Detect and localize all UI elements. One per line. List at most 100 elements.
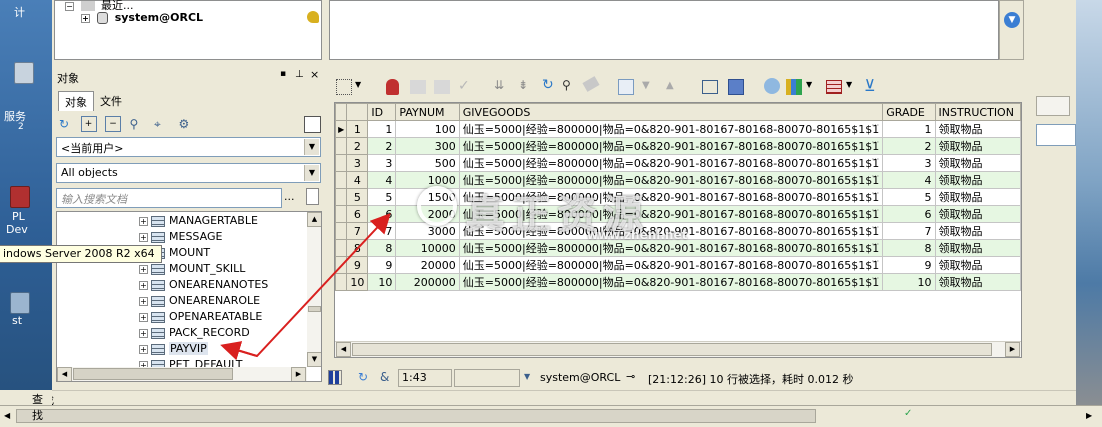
save-icon[interactable] xyxy=(728,79,744,95)
cell-paynum[interactable]: 300 xyxy=(395,137,460,155)
table-row[interactable]: ▶ 1 1 100 ··· 仙玉=5000|经验=800000|物品=0&820-901-… xyxy=(335,120,1021,138)
grid-horizontal-scrollbar[interactable]: ◀ ▶ xyxy=(335,341,1021,357)
row-indicator[interactable] xyxy=(335,273,348,291)
search-input[interactable]: 输入搜索文档 xyxy=(56,188,282,208)
pin-icon[interactable]: ⊸ xyxy=(626,370,635,383)
cell-id[interactable]: 8 xyxy=(367,239,397,257)
tree-item[interactable]: + ONEARENANOTES xyxy=(139,277,268,293)
scroll-thumb[interactable] xyxy=(308,306,321,312)
plsql-developer-icon[interactable] xyxy=(10,186,30,208)
chevron-down-icon[interactable]: ▼ xyxy=(846,80,852,89)
query-by-example-icon[interactable] xyxy=(702,80,718,94)
expand-icon[interactable]: + xyxy=(139,280,148,290)
tab-files[interactable]: 文件 xyxy=(94,91,128,111)
table-row[interactable]: 9 9 20000 ··· 仙玉=5000|经验=800000|物品=0&820-901… xyxy=(335,256,1021,274)
cell-instruction[interactable]: 领取物品 xyxy=(934,273,1021,291)
row-indicator[interactable]: ▶ xyxy=(335,120,348,138)
cell-id[interactable]: 4 xyxy=(367,171,397,189)
tree-vertical-scrollbar[interactable]: ▲ ▼ xyxy=(307,212,321,367)
table-row[interactable]: 7 7 3000 ··· 仙玉=5000|经验=800000|物品=0&820-901-… xyxy=(335,222,1021,240)
export-icon[interactable] xyxy=(764,78,780,94)
scroll-thumb[interactable] xyxy=(73,368,233,380)
session-node[interactable]: + system@ORCL xyxy=(81,11,203,24)
chevron-down-icon[interactable]: ▼ xyxy=(304,139,319,155)
cell-instruction[interactable]: 领取物品 xyxy=(934,205,1021,223)
cell-paynum[interactable]: 3000 xyxy=(395,222,460,240)
object-tree[interactable]: + MANAGERTABLE + MESSAGE + MOUNT + MOUNT_SKI… xyxy=(56,211,322,382)
cell-paynum[interactable]: 1500 xyxy=(395,188,460,206)
grid-select-icon[interactable] xyxy=(336,79,352,95)
tree-item[interactable]: + MANAGERTABLE xyxy=(139,213,258,229)
cell-paynum[interactable]: 500 xyxy=(395,154,460,172)
cell-paynum[interactable]: 200000 xyxy=(395,273,460,291)
column-header-paynum[interactable]: PAYNUM xyxy=(395,103,460,121)
side-scroll[interactable] xyxy=(1036,96,1070,116)
table-layout-icon[interactable] xyxy=(826,80,842,94)
cell-grade[interactable]: 10 xyxy=(882,273,936,291)
find-icon[interactable]: ⚲ xyxy=(562,78,571,92)
cell-id[interactable]: 6 xyxy=(367,205,397,223)
cell-instruction[interactable]: 领取物品 xyxy=(934,120,1021,138)
find-icon[interactable]: ⚲ xyxy=(130,116,146,132)
chevron-down-icon[interactable]: ▼ xyxy=(806,80,812,89)
toggle-icon[interactable] xyxy=(304,116,321,133)
chevron-down-icon[interactable]: ▼ xyxy=(524,372,530,381)
search-more-button[interactable]: ... xyxy=(284,190,300,203)
table-row[interactable]: 10 10 200000 ··· 仙玉=5000|经验=800000|物品=0&820-… xyxy=(335,273,1021,291)
add-icon[interactable]: + xyxy=(80,116,97,132)
cell-grade[interactable]: 6 xyxy=(882,205,936,223)
cell-instruction[interactable]: 领取物品 xyxy=(934,222,1021,240)
expand-icon[interactable]: + xyxy=(139,296,148,306)
cell-grade[interactable]: 8 xyxy=(882,239,936,257)
row-indicator[interactable] xyxy=(335,222,348,240)
connection-label[interactable]: system@ORCL xyxy=(540,371,620,384)
cell-instruction[interactable]: 领取物品 xyxy=(934,256,1021,274)
refresh-icon[interactable]: ↻ xyxy=(542,77,554,93)
cell-givegoods[interactable]: ··· 仙玉=5000|经验=800000|物品=0&820-901-80167-… xyxy=(458,273,884,291)
cell-grade[interactable]: 5 xyxy=(882,188,936,206)
table-row[interactable]: 3 3 500 ··· 仙玉=5000|经验=800000|物品=0&820-901-8… xyxy=(335,154,1021,172)
delete-record-icon[interactable] xyxy=(434,80,450,94)
close-icon[interactable]: × xyxy=(310,68,319,81)
window-bottom-scrollbar[interactable]: ◀ ✓ ▶ xyxy=(0,405,1102,427)
expand-icon[interactable]: + xyxy=(139,232,148,242)
row-indicator[interactable] xyxy=(335,256,348,274)
cell-id[interactable]: 7 xyxy=(367,222,397,240)
cell-id[interactable]: 3 xyxy=(367,154,397,172)
scroll-right-icon[interactable]: ▶ xyxy=(1005,342,1020,357)
cell-paynum[interactable]: 10000 xyxy=(395,239,460,257)
scroll-down-icon[interactable]: ▼ xyxy=(1004,12,1020,28)
scroll-left-icon[interactable]: ◀ xyxy=(57,367,72,381)
cell-paynum[interactable]: 20000 xyxy=(395,256,460,274)
column-header-givegoods[interactable]: GIVEGOODS xyxy=(458,103,884,121)
cell-givegoods[interactable]: ··· 仙玉=5000|经验=800000|物品=0&820-901-80167-… xyxy=(458,154,884,172)
key-icon[interactable] xyxy=(307,11,319,23)
previous-record-icon[interactable]: ▼ xyxy=(642,80,650,91)
side-input[interactable] xyxy=(1036,124,1076,146)
shortcut-icon[interactable] xyxy=(10,292,30,314)
tree-item[interactable]: + MOUNT_SKILL xyxy=(139,261,245,277)
chevron-down-icon[interactable]: ▼ xyxy=(355,80,361,89)
fetch-last-icon[interactable]: ⇟ xyxy=(518,78,528,92)
cell-instruction[interactable]: 领取物品 xyxy=(934,188,1021,206)
scroll-left-icon[interactable]: ◀ xyxy=(4,409,15,423)
row-indicator[interactable] xyxy=(335,239,348,257)
collapse-icon[interactable]: − xyxy=(65,1,74,11)
cell-paynum[interactable]: 100 xyxy=(395,120,460,138)
cell-instruction[interactable]: 领取物品 xyxy=(934,137,1021,155)
table-row[interactable]: 8 8 10000 ··· 仙玉=5000|经验=800000|物品=0&820-901… xyxy=(335,239,1021,257)
cell-id[interactable]: 5 xyxy=(367,188,397,206)
lock-icon[interactable] xyxy=(386,79,399,95)
cell-id[interactable]: 2 xyxy=(367,137,397,155)
chevron-down-icon[interactable]: ▼ xyxy=(304,165,319,181)
options-icon[interactable]: ⚙ xyxy=(179,116,195,132)
server-manager-icon[interactable] xyxy=(14,62,34,84)
tree-item[interactable]: + OPENAREATABLE xyxy=(139,309,262,325)
tab-objects[interactable]: 对象 xyxy=(58,91,94,111)
cell-grade[interactable]: 3 xyxy=(882,154,936,172)
column-header-grade[interactable]: GRADE xyxy=(882,103,936,121)
remove-icon[interactable]: − xyxy=(105,116,121,132)
scroll-right-icon[interactable]: ▶ xyxy=(1086,409,1097,423)
expand-icon[interactable]: + xyxy=(81,13,90,23)
cell-givegoods[interactable]: ··· 仙玉=5000|经验=800000|物品=0&820-901-80167-… xyxy=(458,205,884,223)
